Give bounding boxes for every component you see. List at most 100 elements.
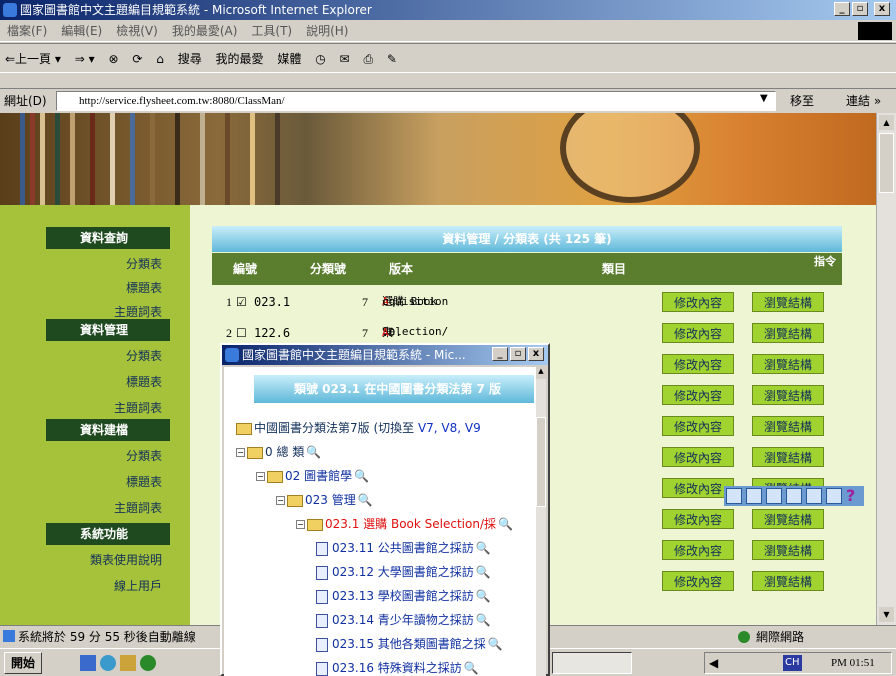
pager-list-icon[interactable] [766,488,782,504]
nav-build-thesaurus[interactable]: 主題詞表 [46,497,170,519]
edit-content-button[interactable]: 修改內容 [662,447,734,467]
stop-icon[interactable]: ⊗ [103,44,123,74]
tree-node[interactable]: − 023 管理 🔍 [276,491,373,509]
close-button[interactable]: x [874,2,890,16]
browse-structure-button[interactable]: 瀏覽結構 [752,354,824,374]
popup-scroll-up-icon[interactable]: ▲ [536,367,546,379]
search-button[interactable]: 搜尋 [173,44,207,74]
pager-first-icon[interactable] [726,488,742,504]
edit-content-button[interactable]: 修改內容 [662,385,734,405]
address-input[interactable]: http://service.flysheet.com.tw:8080/Clas… [56,91,776,111]
menu-help[interactable]: 說明(H) [299,20,355,42]
tree-node[interactable]: 023.15 其他各類圖書館之採 🔍 [316,635,503,653]
magnifier-icon[interactable]: 🔍 [476,589,491,603]
scroll-up-icon[interactable]: ▲ [879,115,894,130]
edit-content-button[interactable]: 修改內容 [662,540,734,560]
menu-tools[interactable]: 工具(T) [244,20,299,42]
quicklaunch-ie-icon[interactable] [100,655,116,671]
tree-expand-icon[interactable]: − [236,448,245,457]
tree-expand-icon[interactable]: − [296,520,305,529]
magnifier-icon[interactable]: 🔍 [306,445,321,459]
nav-manage-classification[interactable]: 分類表 [46,345,170,367]
magnifier-icon[interactable]: 🔍 [498,517,513,531]
refresh-icon[interactable]: ⟳ [127,44,147,74]
media-button[interactable]: 媒體 [272,44,306,74]
browse-structure-button[interactable]: 瀏覽結構 [752,571,824,591]
browse-structure-button[interactable]: 瀏覽結構 [752,292,824,312]
links-button[interactable]: 連結 » [846,89,881,113]
pager-last-icon[interactable] [826,488,842,504]
pager-check-icon[interactable] [786,488,802,504]
menu-edit[interactable]: 編輯(E) [54,20,109,42]
nav-manage-thesaurus[interactable]: 主題詞表 [46,397,170,419]
forward-button[interactable]: ⇒ ▾ [70,44,100,74]
magnifier-icon[interactable]: 🔍 [464,661,479,675]
browse-structure-button[interactable]: 瀏覽結構 [752,416,824,436]
magnifier-icon[interactable]: 🔍 [488,637,503,651]
quicklaunch-media-icon[interactable] [140,655,156,671]
structure-popup-window[interactable]: 國家圖書館中文主題編目規範系統 - Mic... _ ▫ x 類號 023.1 … [220,343,550,676]
tree-expand-icon[interactable]: − [276,496,285,505]
favorites-button[interactable]: 我的最愛 [211,44,269,74]
edit-content-button[interactable]: 修改內容 [662,509,734,529]
tree-node[interactable]: − 02 圖書館學 🔍 [256,467,369,485]
pager-next-icon[interactable] [806,488,822,504]
nav-query-subject-headings[interactable]: 標題表 [46,277,170,299]
tree-node[interactable]: 023.12 大學圖書館之採訪 🔍 [316,563,491,581]
tree-node[interactable]: 023.13 學校圖書館之採訪 🔍 [316,587,491,605]
magnifier-icon[interactable]: 🔍 [358,493,373,507]
scroll-down-icon[interactable]: ▼ [879,607,894,622]
popup-scroll-thumb[interactable] [536,417,546,507]
magnifier-icon[interactable]: 🔍 [476,541,491,555]
edit-icon[interactable]: ✎ [382,44,402,74]
nav-build-classification[interactable]: 分類表 [46,445,170,467]
page-scrollbar[interactable]: ▲ ▼ [876,113,896,625]
nav-build-subject-headings[interactable]: 標題表 [46,471,170,493]
back-button[interactable]: ⇐上一頁 ▾ [0,44,66,74]
home-icon[interactable]: ⌂ [151,44,169,74]
menu-file[interactable]: 檔案(F) [0,20,54,42]
start-button[interactable]: 開始 [4,652,43,674]
browse-structure-button[interactable]: 瀏覽結構 [752,385,824,405]
nav-system-guide[interactable]: 類表使用說明 [46,549,170,571]
history-icon[interactable]: ◷ [310,44,330,74]
magnifier-icon[interactable]: 🔍 [476,565,491,579]
maximize-button[interactable]: ▫ [852,2,868,16]
edit-content-button[interactable]: 修改內容 [662,571,734,591]
row-checkbox[interactable]: ☑ [236,287,247,317]
popup-maximize-button[interactable]: ▫ [510,347,526,361]
tree-node[interactable]: − 023.1 選購 Book Selection/採 🔍 [296,515,513,533]
browse-structure-button[interactable]: 瀏覽結構 [752,540,824,560]
popup-scrollbar[interactable]: ▲ [536,367,546,676]
address-dropdown-icon[interactable]: ▼ [760,93,768,104]
nav-manage-subject-headings[interactable]: 標題表 [46,371,170,393]
tray-speaker-icon[interactable]: ◀ [709,656,718,670]
magnifier-icon[interactable]: 🔍 [354,469,369,483]
tree-node[interactable]: 023.16 特殊資料之採訪 🔍 [316,659,479,676]
tree-node[interactable]: − 0 總 類 🔍 [236,443,321,461]
browse-structure-button[interactable]: 瀏覽結構 [752,509,824,529]
tree-root-version-links[interactable]: V7, V8, V9 [418,421,481,435]
browse-structure-button[interactable]: 瀏覽結構 [752,447,824,467]
nav-system-online-users[interactable]: 線上用戶 [46,575,170,597]
scroll-thumb[interactable] [879,133,894,193]
edit-content-button[interactable]: 修改內容 [662,323,734,343]
tree-node[interactable]: 023.11 公共圖書館之採訪 🔍 [316,539,491,557]
popup-minimize-button[interactable]: _ [492,347,508,361]
browse-structure-button[interactable]: 瀏覽結構 [752,323,824,343]
nav-query-classification[interactable]: 分類表 [46,253,170,275]
tree-node[interactable]: 023.14 青少年讀物之採訪 🔍 [316,611,491,629]
edit-content-button[interactable]: 修改內容 [662,416,734,436]
popup-close-button[interactable]: x [528,347,544,361]
help-icon[interactable]: ? [846,486,855,505]
pager-prev-icon[interactable] [746,488,762,504]
magnifier-icon[interactable]: 🔍 [476,613,491,627]
print-icon[interactable]: ⎙ [358,44,378,74]
minimize-button[interactable]: _ [834,2,850,16]
tree-expand-icon[interactable]: − [256,472,265,481]
edit-content-button[interactable]: 修改內容 [662,354,734,374]
quicklaunch-desktop-icon[interactable] [80,655,96,671]
go-button[interactable]: 移至 [790,89,814,113]
taskbar-app-button[interactable] [552,652,632,674]
edit-content-button[interactable]: 修改內容 [662,292,734,312]
